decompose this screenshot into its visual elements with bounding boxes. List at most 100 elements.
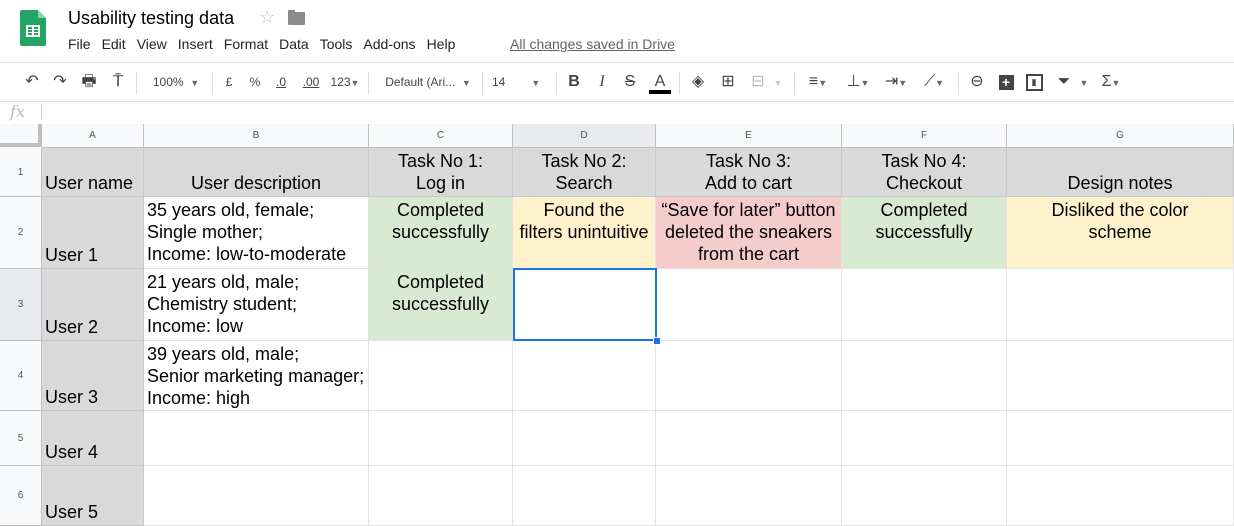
menu-data[interactable]: Data: [279, 36, 309, 52]
table-cell[interactable]: [369, 466, 513, 526]
table-cell[interactable]: User 5: [42, 466, 144, 526]
table-cell[interactable]: [656, 269, 842, 341]
row-header-5[interactable]: 5: [0, 411, 42, 466]
table-cell[interactable]: User 2: [42, 269, 144, 341]
increase-decimal-button[interactable]: .00: [298, 63, 324, 101]
table-cell[interactable]: [1007, 411, 1234, 466]
vertical-align-icon[interactable]: ⊥▼: [842, 63, 874, 101]
insert-link-icon[interactable]: ⊖: [966, 63, 988, 101]
paint-format-icon[interactable]: ⍑: [108, 63, 128, 101]
text-color-button[interactable]: A: [649, 63, 671, 101]
fill-handle[interactable]: [653, 337, 661, 345]
table-cell[interactable]: User 1: [42, 197, 144, 269]
table-cell[interactable]: Completed successfully: [369, 269, 513, 341]
table-cell[interactable]: [369, 341, 513, 411]
column-header-a[interactable]: A: [42, 124, 144, 148]
filter-icon[interactable]: ⏷: [1054, 63, 1074, 101]
menu-format[interactable]: Format: [224, 36, 268, 52]
header-cell[interactable]: Task No 1: Log in: [369, 148, 513, 197]
header-cell[interactable]: Task No 3: Add to cart: [656, 148, 842, 197]
column-header-f[interactable]: F: [842, 124, 1007, 148]
menu-view[interactable]: View: [137, 36, 167, 52]
column-header-b[interactable]: B: [144, 124, 369, 148]
menu-help[interactable]: Help: [427, 36, 456, 52]
table-cell[interactable]: “Save for later” button deleted the snea…: [656, 197, 842, 269]
column-header-c[interactable]: C: [369, 124, 513, 148]
more-formats-button[interactable]: 123▼: [328, 63, 362, 101]
menu-file[interactable]: File: [68, 36, 91, 52]
table-cell[interactable]: 35 years old, female; Single mother; Inc…: [144, 197, 369, 269]
table-cell[interactable]: [842, 269, 1007, 341]
table-cell[interactable]: [1007, 269, 1234, 341]
column-header-d[interactable]: D: [513, 124, 656, 148]
text-rotation-icon[interactable]: ⟋▼: [918, 63, 950, 101]
header-cell[interactable]: User name: [42, 148, 144, 197]
table-cell[interactable]: [1007, 341, 1234, 411]
row-header-3[interactable]: 3: [0, 269, 42, 341]
header-cell[interactable]: User description: [144, 148, 369, 197]
menu-insert[interactable]: Insert: [178, 36, 213, 52]
zoom-select[interactable]: 100% ▼: [146, 63, 206, 101]
table-cell[interactable]: [513, 411, 656, 466]
redo-icon[interactable]: ↷: [50, 63, 70, 101]
table-cell[interactable]: [656, 341, 842, 411]
table-cell[interactable]: [369, 411, 513, 466]
star-icon[interactable]: ☆: [259, 7, 275, 28]
column-header-g[interactable]: G: [1007, 124, 1234, 148]
row-header-4[interactable]: 4: [0, 341, 42, 411]
fill-color-icon[interactable]: ◈: [688, 63, 708, 101]
table-cell[interactable]: [144, 466, 369, 526]
functions-icon[interactable]: Σ▼: [1096, 63, 1126, 101]
table-cell[interactable]: User 4: [42, 411, 144, 466]
borders-icon[interactable]: ⊞: [718, 63, 738, 101]
save-status-link[interactable]: All changes saved in Drive: [510, 36, 675, 52]
row-header-2[interactable]: 2: [0, 197, 42, 269]
header-cell[interactable]: Task No 2: Search: [513, 148, 656, 197]
bold-button[interactable]: B: [565, 63, 583, 101]
insert-comment-icon[interactable]: +: [996, 63, 1016, 101]
currency-format-button[interactable]: £: [220, 63, 238, 101]
table-cell[interactable]: Completed successfully: [842, 197, 1007, 269]
table-cell[interactable]: 39 years old, male; Senior marketing man…: [144, 341, 369, 411]
font-family-select[interactable]: Default (Ari... ▼: [378, 63, 478, 101]
table-cell[interactable]: [513, 466, 656, 526]
table-cell[interactable]: [842, 466, 1007, 526]
document-title[interactable]: Usability testing data: [68, 8, 234, 29]
table-cell[interactable]: [656, 466, 842, 526]
table-cell[interactable]: Found the filters unintuitive: [513, 197, 656, 269]
header-cell[interactable]: Task No 4: Checkout: [842, 148, 1007, 197]
chevron-down-icon[interactable]: ▼: [772, 63, 784, 101]
header-cell[interactable]: Design notes: [1007, 148, 1234, 197]
sheets-logo-icon[interactable]: [20, 10, 46, 46]
table-cell[interactable]: [1007, 466, 1234, 526]
select-all-corner[interactable]: [0, 124, 42, 147]
insert-chart-icon[interactable]: ▮: [1024, 63, 1044, 101]
menu-addons[interactable]: Add-ons: [363, 36, 415, 52]
merge-cells-icon[interactable]: ⊟: [748, 63, 768, 101]
table-cell[interactable]: [842, 341, 1007, 411]
text-wrapping-icon[interactable]: ⇥▼: [880, 63, 912, 101]
menu-tools[interactable]: Tools: [320, 36, 353, 52]
table-cell[interactable]: [656, 411, 842, 466]
strikethrough-button[interactable]: S: [621, 63, 639, 101]
folder-icon[interactable]: [288, 10, 305, 25]
decrease-decimal-button[interactable]: .0: [270, 63, 292, 101]
table-cell[interactable]: [842, 411, 1007, 466]
undo-icon[interactable]: ↶: [22, 63, 42, 101]
percent-format-button[interactable]: %: [246, 63, 264, 101]
table-cell[interactable]: [513, 341, 656, 411]
menu-edit[interactable]: Edit: [102, 36, 126, 52]
row-header-6[interactable]: 6: [0, 466, 42, 526]
table-cell[interactable]: 21 years old, male; Chemistry student; I…: [144, 269, 369, 341]
table-cell[interactable]: [513, 269, 656, 341]
table-cell[interactable]: [144, 411, 369, 466]
formula-input[interactable]: [48, 101, 1234, 124]
italic-button[interactable]: I: [593, 63, 611, 101]
table-cell[interactable]: Disliked the color scheme: [1007, 197, 1234, 269]
row-header-1[interactable]: 1: [0, 148, 42, 197]
font-size-select[interactable]: 14 ▼: [492, 63, 552, 101]
table-cell[interactable]: User 3: [42, 341, 144, 411]
horizontal-align-icon[interactable]: ≡▼: [802, 63, 834, 101]
print-icon[interactable]: 🖶: [78, 63, 100, 101]
chevron-down-icon[interactable]: ▼: [1078, 63, 1090, 101]
